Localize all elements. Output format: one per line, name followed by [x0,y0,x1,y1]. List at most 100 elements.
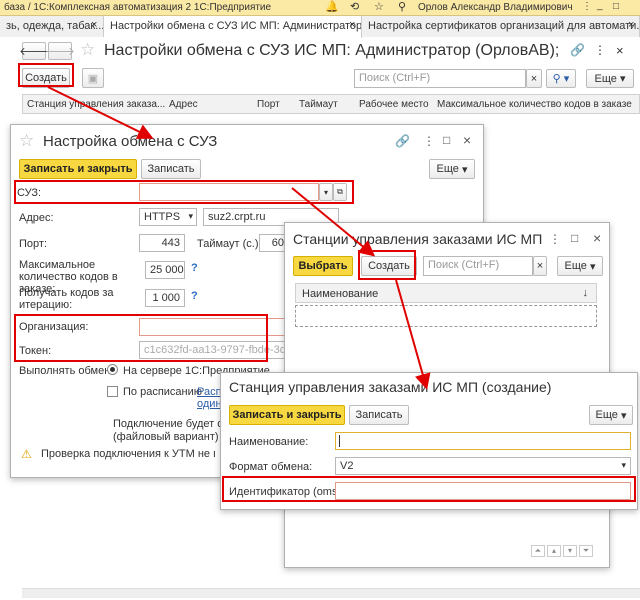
scroll-last-icon[interactable]: ⏷ [579,545,593,557]
more-button[interactable]: Еще ▾ [589,405,633,425]
maximize-icon[interactable]: □ [443,133,450,147]
timeout-label: Таймаут (с.): [197,238,262,250]
more-label: Еще [594,72,617,85]
forward-button[interactable]: 🡒 [45,42,75,60]
exec-label: Выполнять обмен: [19,365,114,377]
menu-icon[interactable]: ⋮ [423,134,435,148]
tab-label: Настройки обмена с СУЗ ИС МП: Администра… [110,20,362,32]
warning-icon: ⚠ [21,447,32,461]
save-label: Записать [355,409,403,421]
more-button[interactable]: Еще ▾ [557,256,603,276]
menu-icon[interactable]: ⋮ [582,1,592,12]
title-bar: база / 1С:Комплексная автоматизация 2 1С… [0,0,640,16]
search-icon[interactable]: ⚲ [398,0,406,13]
codes-per-iteration-value: 1 000 [152,292,180,304]
app-title: база / 1С:Комплексная автоматизация 2 1С… [4,2,272,13]
protocol-select[interactable]: HTTPS ▾ [139,208,197,226]
minimize-icon[interactable]: _ [597,0,603,11]
codes-per-iteration-label: Получать кодов за итерацию: [19,287,114,311]
close-icon[interactable]: × [628,19,634,31]
column-header[interactable]: Таймаут [299,99,338,110]
format-value: V2 [340,460,354,472]
tab-label: Настройка сертификатов организаций для а… [368,20,640,32]
column-header[interactable]: Рабочее место [359,99,429,110]
help-icon[interactable]: ? [191,262,198,274]
menu-icon[interactable]: ⋮ [549,232,561,246]
clear-search-button[interactable]: × [526,69,542,88]
save-and-close-button[interactable]: Записать и закрыть [229,405,345,425]
timeout-value: 60 [271,237,284,249]
port-label: Порт: [19,238,47,250]
file-variant-note: (файловый вариант) [113,431,219,443]
format-select[interactable]: V2 ▾ [335,457,631,475]
back-button[interactable]: 🡐 [19,42,49,60]
menu-icon[interactable]: ⋮ [594,43,606,57]
tab-exchange-settings[interactable]: Настройки обмена с СУЗ ИС МП: Администра… [104,16,362,38]
maximize-icon[interactable]: □ [613,1,619,12]
tab-certificates[interactable]: Настройка сертификатов организаций для а… [362,16,640,37]
address-label: Адрес: [19,212,54,224]
link-icon[interactable]: 🔗 [570,43,585,57]
clear-search-button[interactable]: × [533,256,547,276]
port-field[interactable]: 443 [139,234,185,252]
scroll-first-icon[interactable]: ⏶ [531,545,545,557]
bell-icon[interactable]: 🔔 [325,0,339,13]
highlight-frame [14,180,354,204]
scroll-down-icon[interactable]: ▾ [563,545,577,557]
tab-label: зь, одежда, табак...) [6,20,104,32]
highlight-frame [18,63,74,87]
column-header[interactable]: Максимальное количество кодов в заказе [437,99,632,110]
favorite-star-icon[interactable]: ☆ [19,131,34,151]
name-label: Наименование: [229,436,309,448]
radio-dot [110,367,115,372]
tab-catalog[interactable]: зь, одежда, табак...) [0,16,104,37]
link-icon[interactable]: 🔗 [395,134,410,148]
close-icon[interactable]: × [349,19,355,31]
scrollbar[interactable] [22,588,640,598]
save-button[interactable]: Записать [141,159,201,179]
help-icon[interactable]: ? [191,290,198,302]
page-title: Настройки обмена с СУЗ ИС МП: Администра… [104,42,564,59]
star-icon[interactable]: ☆ [374,0,384,13]
column-header[interactable]: Порт [257,99,280,110]
schedule-checkbox[interactable] [107,386,118,397]
search-placeholder: Поиск (Ctrl+F) [428,259,500,271]
by-schedule-label: По расписанию [123,386,203,398]
list-header: Наименование ↓ [295,283,597,303]
column-header[interactable]: Наименование [302,288,378,300]
protocol-value: HTTPS [144,211,181,223]
search-input[interactable]: Поиск (Ctrl+F) [354,69,526,88]
warning-text: Проверка подключения к УТМ не выполн [41,448,215,460]
search-button[interactable]: ⚲ ▾ [546,69,576,88]
maximize-icon[interactable]: □ [571,231,578,245]
close-icon[interactable]: × [616,43,624,58]
sort-arrow-icon[interactable]: ↓ [583,287,589,299]
dialog-title: Настройка обмена с СУЗ [43,133,218,150]
close-icon[interactable]: × [463,132,471,148]
select-button[interactable]: Выбрать [293,256,353,276]
name-field[interactable] [335,432,631,450]
save-and-close-button[interactable]: Записать и закрыть [19,159,137,179]
copy-button[interactable]: ▣ [82,68,104,88]
codes-per-iteration-field[interactable]: 1 000 [145,289,185,307]
schedule-link[interactable]: один [197,398,222,410]
host-value: suz2.crpt.ru [208,211,266,223]
column-header[interactable]: Адрес [169,99,198,110]
save-button[interactable]: Записать [349,405,409,425]
search-input[interactable]: Поиск (Ctrl+F) [423,256,533,276]
close-icon[interactable]: × [91,19,97,31]
history-icon[interactable]: ⟲ [350,0,359,13]
list-header: Станция управления заказа... Адрес Порт … [22,94,640,114]
column-header[interactable]: Станция управления заказа... [27,99,165,110]
chevron-down-icon: ▾ [621,460,626,470]
more-button[interactable]: Еще ▾ [429,159,475,179]
close-icon[interactable]: × [593,230,601,246]
list-row[interactable] [295,305,597,327]
more-button[interactable]: Еще ▾ [586,69,634,88]
radio-on-server[interactable] [107,364,118,375]
highlight-frame [14,314,268,362]
scroll-up-icon[interactable]: ▴ [547,545,561,557]
favorite-star-icon[interactable]: ☆ [80,40,95,60]
user-name: Орлов Александр Владимирович [418,2,573,13]
max-codes-field[interactable]: 25 000 [145,261,185,279]
